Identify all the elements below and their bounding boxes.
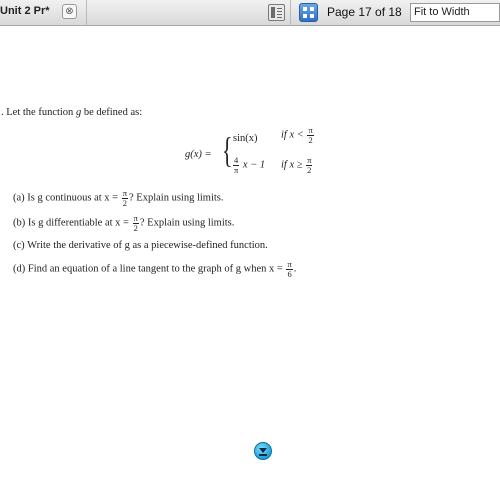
part-d: (d) Find an equation of a line tangent t… [13,259,297,279]
case-1-condition: if x < π2 [281,125,314,145]
case-2-condition: if x ≥ π2 [281,155,313,175]
part-a: (a) Is g continuous at x = π 2? Explain u… [13,188,224,208]
document-title: Unit 2 Pr* [0,5,50,17]
part-b: (b) Is g differentiable at x = π 2? Expla… [13,213,235,233]
scroll-down-button[interactable] [254,442,272,460]
document-page: . Let the function g be defined as: g(x)… [0,26,500,500]
part-c: (c) Write the derivative of g as a piece… [13,240,268,251]
close-document-button[interactable]: ⊗ [62,4,77,19]
toolbar-divider [290,0,291,26]
zoom-select[interactable]: Fit to Width [410,3,500,22]
close-icon: ⊗ [65,6,74,17]
case-2-expression: 4π x − 1 [233,155,266,175]
thumbnail-grid-icon [303,7,307,11]
sidebar-toggle-button[interactable] [268,4,285,21]
case-1-expression: sin(x) [233,133,258,144]
definition-lhs: g(x) = [185,149,212,160]
page-indicator[interactable]: Page 17 of 18 [327,5,402,19]
problem-intro: . Let the function g be defined as: [1,107,143,118]
zoom-value: Fit to Width [414,6,470,18]
piecewise-brace: { [222,130,233,170]
thumbnail-grid-button[interactable] [299,3,318,22]
toolbar-divider [86,0,87,26]
toolbar: Unit 2 Pr* ⊗ Page 17 of 18 Fit to Width [0,0,500,26]
